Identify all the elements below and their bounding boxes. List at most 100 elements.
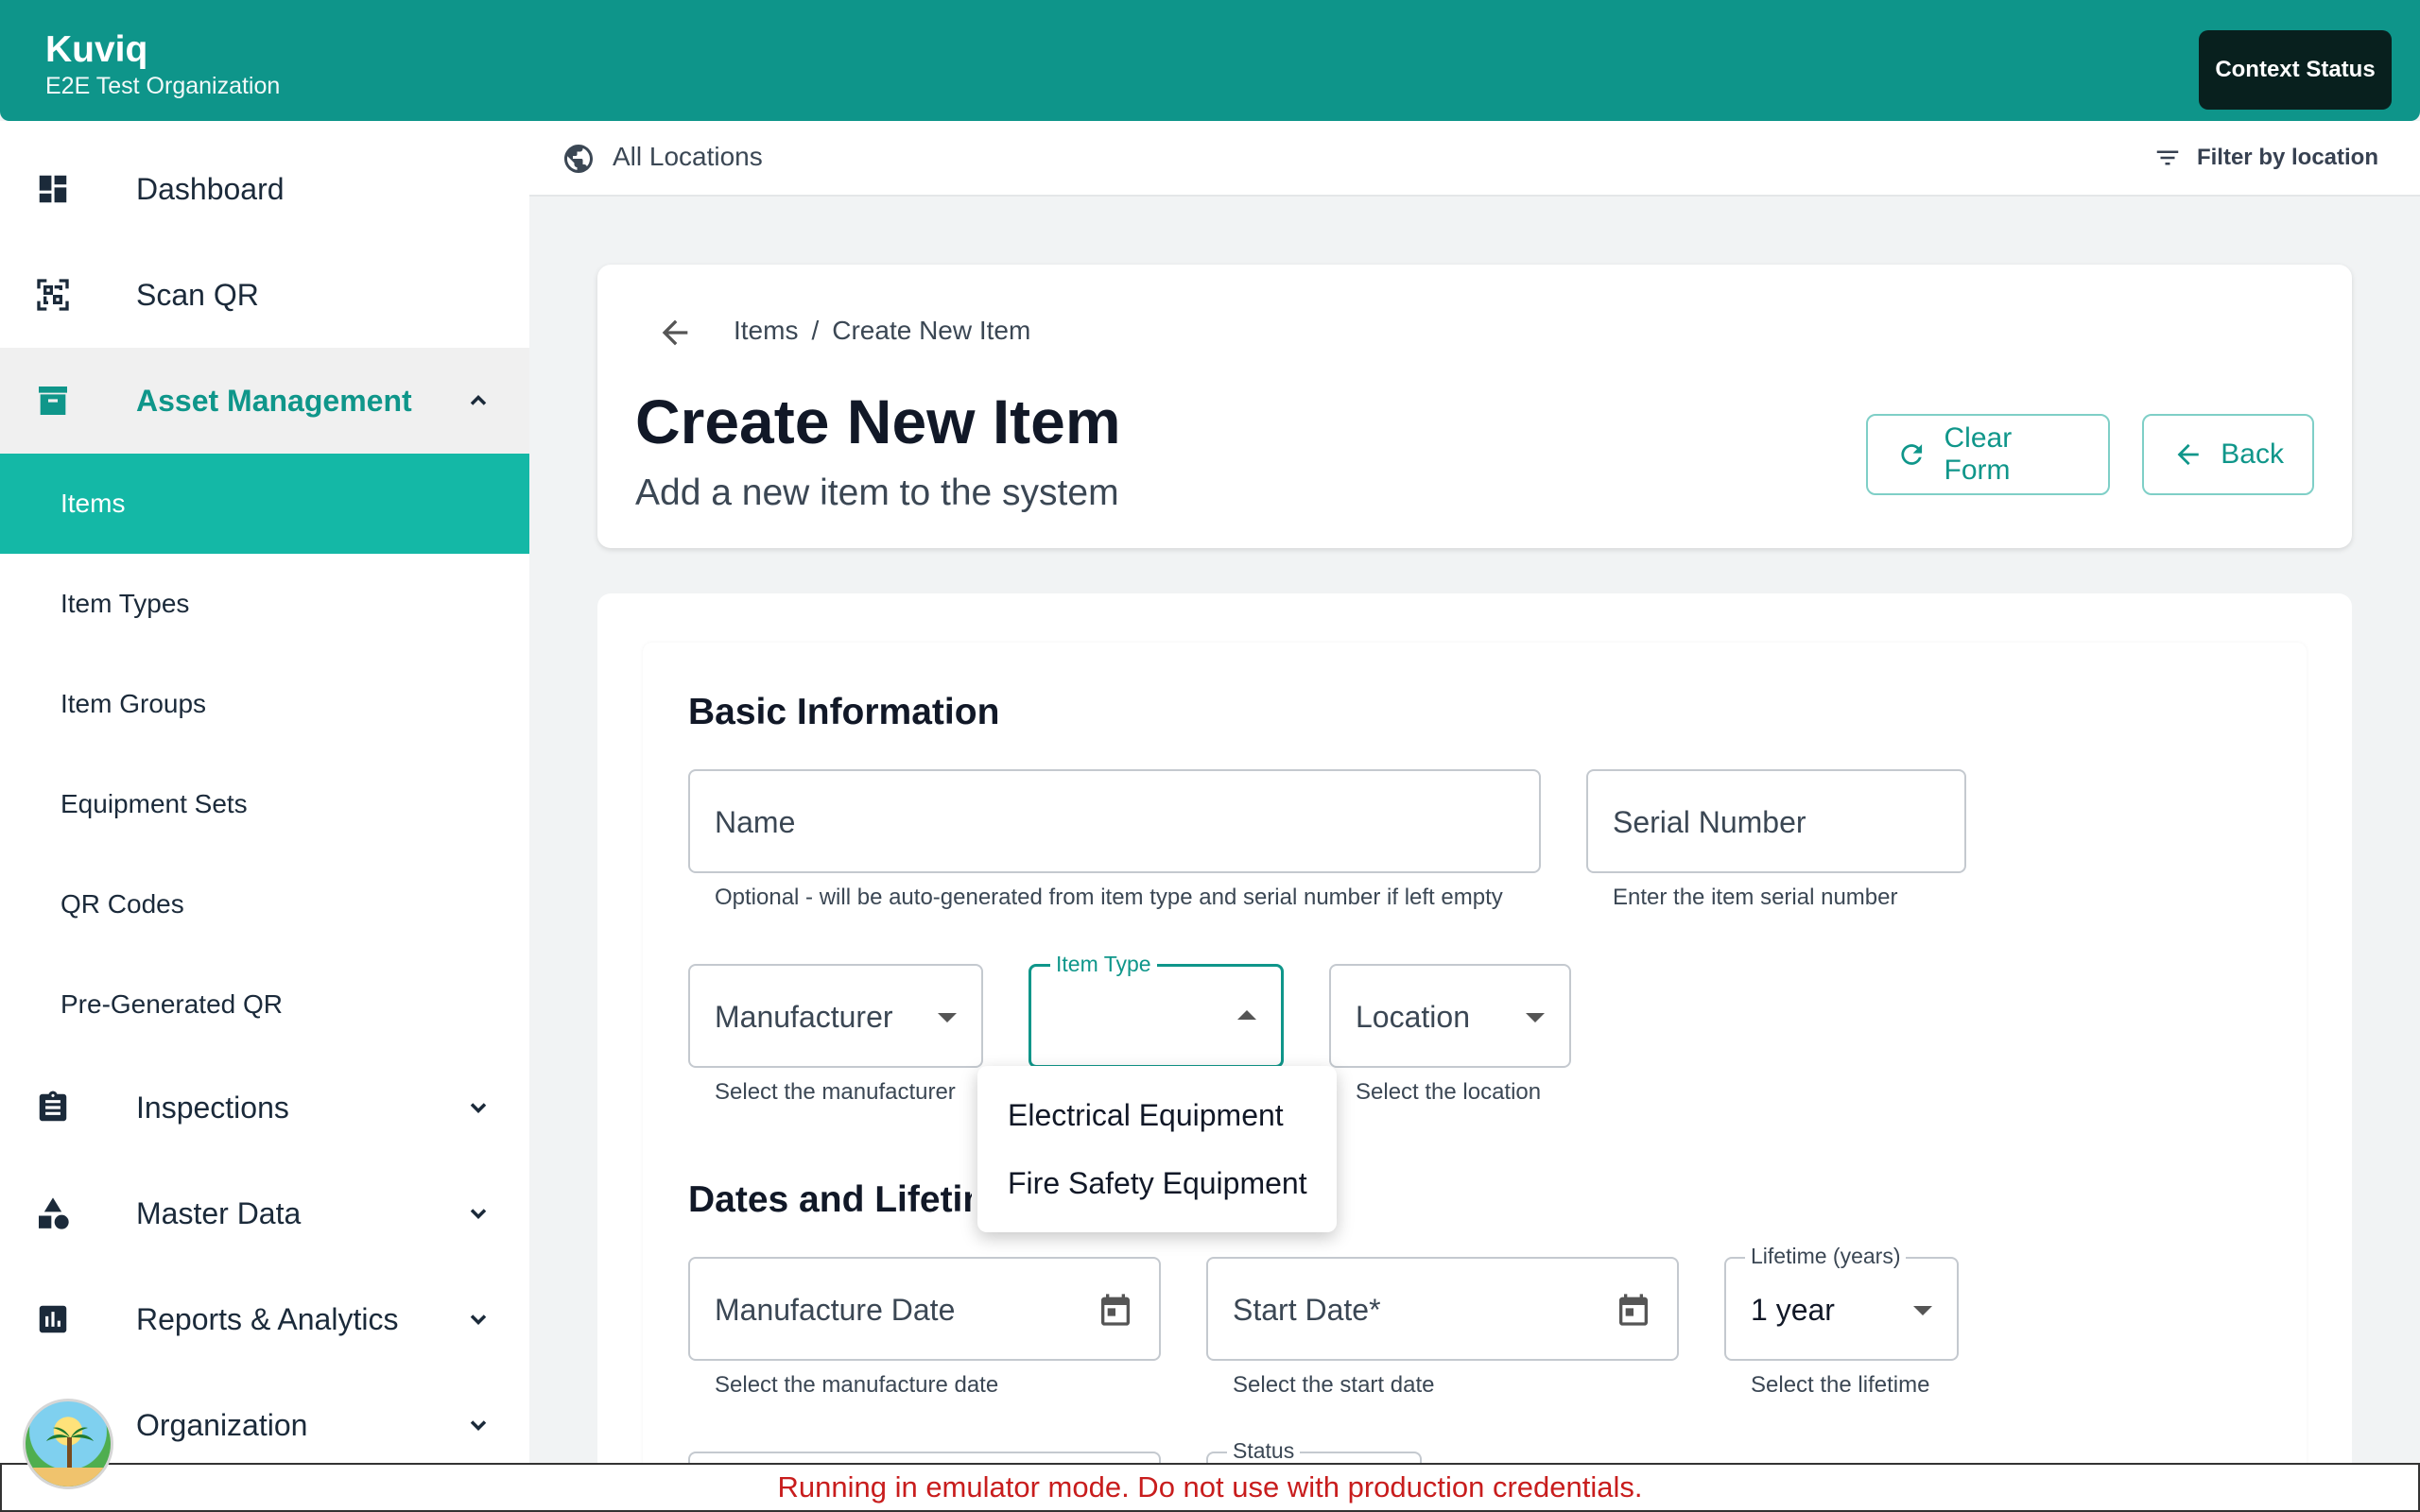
dates-and-lifetime-title: Dates and Lifetim [688, 1179, 972, 1220]
manufacture-date-helper-text: Select the manufacture date [715, 1372, 999, 1398]
clear-form-label: Clear Form [1944, 422, 2013, 486]
manufacture-date-placeholder: Manufacture Date [715, 1293, 956, 1327]
manufacture-date-field[interactable]: Manufacture Date [688, 1257, 1161, 1361]
avatar[interactable] [23, 1399, 113, 1489]
start-date-field[interactable]: Start Date* [1206, 1257, 1679, 1361]
sidebar-subitem-pre-generated-qr[interactable]: Pre-Generated QR [0, 954, 529, 1055]
chevron-down-icon[interactable] [465, 1306, 492, 1332]
lifetime-label: Lifetime (years) [1745, 1244, 1907, 1269]
location-label[interactable]: All Locations [613, 142, 763, 172]
sidebar-item-label: Inspections [136, 1090, 289, 1125]
back-label: Back [2221, 438, 2284, 470]
emulator-warning-banner: Running in emulator mode. Do not use wit… [0, 1463, 2420, 1512]
chevron-down-icon[interactable] [465, 1094, 492, 1121]
status-label: Status [1227, 1438, 1301, 1464]
manufacturer-placeholder: Manufacturer [715, 1000, 893, 1034]
sidebar-subitem-label: Item Types [60, 589, 190, 618]
serial-number-placeholder: Serial Number [1613, 805, 1806, 839]
app-header: Kuviq E2E Test Organization Context Stat… [0, 0, 2420, 121]
name-placeholder: Name [715, 805, 796, 839]
organization-name: E2E Test Organization [45, 73, 281, 99]
sidebar-item-master-data[interactable]: Master Data [0, 1160, 529, 1266]
dropdown-arrow-icon [1526, 1013, 1545, 1022]
calendar-icon[interactable] [1615, 1291, 1652, 1329]
lifetime-select[interactable]: Lifetime (years) 1 year [1724, 1244, 1959, 1361]
lifetime-value: 1 year [1751, 1293, 1835, 1327]
breadcrumb-separator: / [811, 316, 820, 345]
clear-form-button[interactable]: Clear Form [1866, 414, 2110, 495]
app-name: Kuviq [45, 29, 148, 70]
filter-by-location-button[interactable]: Filter by location [2153, 144, 2378, 172]
start-date-helper-text: Select the start date [1233, 1372, 1435, 1398]
sidebar-item-label: Organization [136, 1407, 308, 1442]
sidebar-item-dashboard[interactable]: Dashboard [0, 136, 529, 242]
back-arrow-icon[interactable] [656, 314, 694, 352]
start-date-placeholder: Start Date* [1233, 1293, 1381, 1327]
dropdown-arrow-icon [938, 1013, 957, 1022]
chevron-down-icon[interactable] [465, 1412, 492, 1438]
qr-scan-icon [34, 276, 72, 314]
breadcrumb-items-link[interactable]: Items [734, 316, 798, 345]
sidebar-subitem-label: Items [60, 489, 126, 518]
arrow-left-icon [2177, 443, 2199, 466]
sidebar-item-label: Reports & Analytics [136, 1301, 399, 1336]
location-bar: All Locations Filter by location [529, 121, 2420, 197]
item-type-select[interactable]: Item Type [1028, 952, 1284, 1068]
sidebar-item-label: Master Data [136, 1195, 302, 1230]
page-title: Create New Item [635, 387, 1121, 456]
sidebar-item-reports-analytics[interactable]: Reports & Analytics [0, 1266, 529, 1372]
sidebar: Dashboard Scan QR Asset Management Items… [0, 121, 529, 1512]
calendar-icon[interactable] [1097, 1291, 1134, 1329]
sidebar-subitem-item-types[interactable]: Item Types [0, 554, 529, 654]
name-helper-text: Optional - will be auto-generated from i… [715, 885, 1503, 910]
lifetime-helper-text: Select the lifetime [1751, 1372, 1930, 1398]
sidebar-subitem-label: Equipment Sets [60, 789, 248, 818]
globe-icon [564, 145, 593, 173]
form-section: Basic Information Name Optional - will b… [643, 643, 2307, 1512]
sidebar-item-label: Asset Management [136, 383, 412, 418]
location-select[interactable]: Location [1329, 964, 1571, 1068]
serial-number-field[interactable]: Serial Number [1586, 769, 1966, 873]
location-placeholder: Location [1356, 1000, 1470, 1034]
emulator-warning-text: Running in emulator mode. Do not use wit… [777, 1470, 1643, 1503]
clipboard-icon [34, 1089, 72, 1126]
sidebar-subitem-item-groups[interactable]: Item Groups [0, 654, 529, 754]
item-type-menu: Electrical Equipment Fire Safety Equipme… [977, 1066, 1337, 1232]
form-card: Basic Information Name Optional - will b… [597, 593, 2352, 1512]
menu-item-electrical-equipment[interactable]: Electrical Equipment [1008, 1098, 1284, 1133]
brand: Kuviq E2E Test Organization [45, 28, 280, 100]
sidebar-subitem-qr-codes[interactable]: QR Codes [0, 854, 529, 954]
refresh-icon [1901, 444, 1923, 465]
filter-label: Filter by location [2196, 145, 2378, 170]
item-type-label: Item Type [1050, 952, 1157, 977]
dashboard-icon [34, 170, 72, 208]
page-subtitle: Add a new item to the system [635, 472, 1119, 513]
sidebar-subitem-equipment-sets[interactable]: Equipment Sets [0, 754, 529, 854]
breadcrumb-current: Create New Item [832, 316, 1031, 345]
sidebar-subitem-label: Pre-Generated QR [60, 989, 283, 1019]
chevron-down-icon[interactable] [465, 1200, 492, 1227]
serial-number-helper-text: Enter the item serial number [1613, 885, 1898, 910]
archive-icon [34, 382, 72, 420]
sidebar-item-asset-management[interactable]: Asset Management [0, 348, 529, 454]
chevron-up-icon[interactable] [465, 387, 492, 414]
sidebar-item-scan-qr[interactable]: Scan QR [0, 242, 529, 348]
back-button[interactable]: Back [2142, 414, 2314, 495]
bar-chart-icon [34, 1300, 72, 1338]
context-status-button[interactable]: Context Status [2199, 30, 2392, 110]
dropdown-arrow-up-icon [1237, 1010, 1256, 1020]
name-field[interactable]: Name [688, 769, 1541, 873]
location-helper-text: Select the location [1356, 1079, 1542, 1105]
sidebar-item-label: Scan QR [136, 277, 259, 312]
sidebar-item-label: Dashboard [136, 171, 285, 206]
sidebar-subitem-items[interactable]: Items [0, 454, 529, 554]
breadcrumb: Items / Create New Item [734, 316, 1030, 346]
manufacturer-helper-text: Select the manufacturer [715, 1079, 956, 1105]
sidebar-subitem-label: Item Groups [60, 689, 207, 718]
manufacturer-select[interactable]: Manufacturer [688, 964, 983, 1068]
sidebar-subitem-label: QR Codes [60, 889, 184, 919]
page-header-card: Items / Create New Item Create New Item Ad… [597, 265, 2352, 548]
basic-information-title: Basic Information [688, 692, 1000, 732]
menu-item-fire-safety-equipment[interactable]: Fire Safety Equipment [1008, 1166, 1307, 1201]
sidebar-item-inspections[interactable]: Inspections [0, 1055, 529, 1160]
